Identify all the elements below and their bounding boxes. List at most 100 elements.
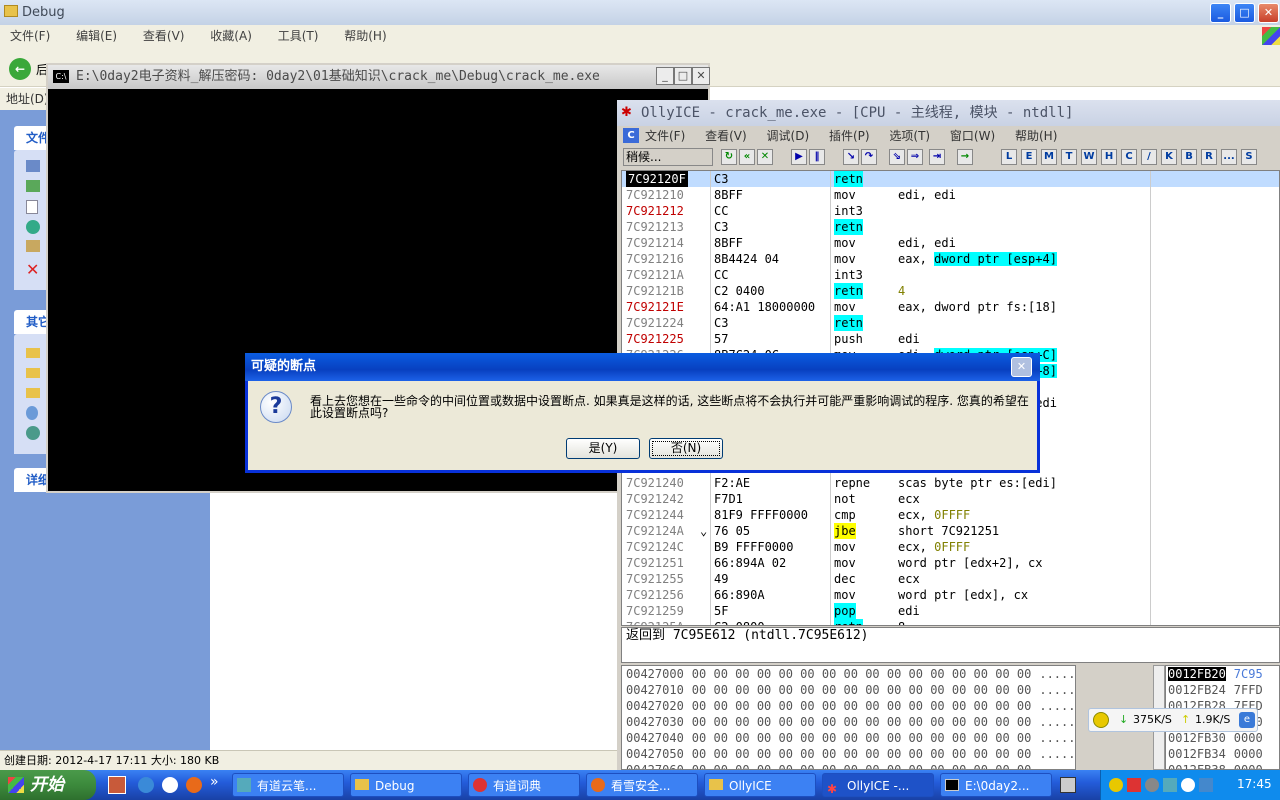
disasm-row[interactable]: 7C92125A C2 0800 retn 8 (622, 619, 1279, 625)
quicklaunch-icon[interactable] (162, 777, 178, 793)
memory-window-button[interactable]: M (1041, 149, 1057, 165)
olly-menu-file[interactable]: 文件(F) (645, 129, 685, 143)
console-maximize-button[interactable]: □ (674, 67, 692, 85)
quicklaunch-more-icon[interactable]: » (210, 774, 219, 790)
call-stack-button[interactable]: K (1161, 149, 1177, 165)
tray-security-icon[interactable] (1145, 778, 1159, 792)
keyboard-icon[interactable] (1060, 777, 1076, 793)
source-window-button[interactable]: S (1241, 149, 1257, 165)
disasm-row[interactable]: 7C921251 66:894A 02 mov word ptr [edx+2], c… (622, 555, 1279, 571)
threads-window-button[interactable]: T (1061, 149, 1077, 165)
olly-menu-help[interactable]: 帮助(H) (1015, 129, 1057, 143)
modules-window-button[interactable]: E (1021, 149, 1037, 165)
dump-row[interactable]: 00427040 00 00 00 00 00 00 00 00 00 00 00… (626, 730, 1075, 746)
run-icon[interactable]: ▶ (791, 149, 807, 165)
step-into-icon[interactable]: ↘ (843, 149, 859, 165)
stack-row[interactable]: 0012FB24 7FFD (1168, 682, 1263, 698)
execute-till-return-icon[interactable]: ⇥ (929, 149, 945, 165)
minimize-button[interactable]: _ (1210, 3, 1231, 23)
menu-edit[interactable]: 编辑(E) (76, 29, 117, 43)
dump-row[interactable]: 00427010 00 00 00 00 00 00 00 00 00 00 00… (626, 682, 1075, 698)
disasm-row[interactable]: 7C92120F C3 retn (622, 171, 1279, 187)
tray-ie-icon[interactable] (1199, 778, 1213, 792)
dump-row[interactable]: 00427050 00 00 00 00 00 00 00 00 00 00 00… (626, 746, 1075, 762)
task-console[interactable]: E:\0day2... (940, 773, 1052, 797)
disasm-row[interactable]: 7C921242 F7D1 not ecx (622, 491, 1279, 507)
start-button[interactable]: 开始 (0, 770, 96, 800)
close-program-icon[interactable]: ✕ (757, 149, 773, 165)
stack-row[interactable]: 0012FB34 0000 (1168, 746, 1263, 762)
no-button[interactable]: 否(N) (649, 438, 723, 459)
disasm-row[interactable]: 7C921224 C3 retn (622, 315, 1279, 331)
olly-menu-window[interactable]: 窗口(W) (950, 129, 995, 143)
windows-window-button[interactable]: W (1081, 149, 1097, 165)
disasm-row[interactable]: 7C921256 66:890A mov word ptr [edx], cx (622, 587, 1279, 603)
yes-button[interactable]: 是(Y) (566, 438, 640, 459)
disasm-row[interactable]: 7C92121B C2 0400 retn 4 (622, 283, 1279, 299)
network-speed-widget[interactable]: ↓ 375K/S ↑ 1.9K/S e (1088, 708, 1258, 732)
disasm-row[interactable]: 7C92121E 64:A1 18000000 mov eax, dword ptr … (622, 299, 1279, 315)
folder-icon[interactable] (26, 348, 40, 358)
documents-icon[interactable] (26, 368, 40, 378)
olly-menu-view[interactable]: 查看(V) (705, 129, 747, 143)
dump-row[interactable]: 00427030 00 00 00 00 00 00 00 00 00 00 00… (626, 714, 1075, 730)
disasm-row[interactable]: 7C921259 5F pop edi (622, 603, 1279, 619)
run-trace-button[interactable]: ... (1221, 149, 1237, 165)
open-icon[interactable]: ↻ (721, 149, 737, 165)
handles-window-button[interactable]: H (1101, 149, 1117, 165)
disasm-row[interactable]: 7C921255 49 dec ecx (622, 571, 1279, 587)
menu-view[interactable]: 查看(V) (143, 29, 185, 43)
clock[interactable]: 17:45 (1237, 777, 1272, 791)
dump-row[interactable]: 00427000 00 00 00 00 00 00 00 00 00 00 00… (626, 666, 1075, 682)
computer-icon[interactable] (26, 406, 38, 420)
publish-icon[interactable] (26, 220, 40, 234)
disasm-row[interactable]: 7C921212 CC int3 (622, 203, 1279, 219)
delete-icon[interactable]: ✕ (26, 260, 39, 279)
menu-help[interactable]: 帮助(H) (344, 29, 386, 43)
console-minimize-button[interactable]: _ (656, 67, 674, 85)
tray-volume-icon[interactable] (1181, 778, 1195, 792)
shared-folder-icon[interactable] (26, 388, 40, 398)
disasm-row[interactable]: 7C921244 81F9 FFFF0000 cmp ecx, 0FFFF (622, 507, 1279, 523)
disasm-row[interactable]: 7C92124A ⌄ 76 05 jbe short 7C921251 (622, 523, 1279, 539)
cpu-window-icon[interactable]: C (623, 128, 639, 143)
tray-network-icon[interactable] (1163, 778, 1177, 792)
disasm-row[interactable]: 7C921213 C3 retn (622, 219, 1279, 235)
copy-icon[interactable] (26, 200, 38, 214)
disasm-row[interactable]: 7C921214 8BFF mov edi, edi (622, 235, 1279, 251)
menu-favorites[interactable]: 收藏(A) (210, 29, 252, 43)
task-ollyice-folder[interactable]: OllyICE (704, 773, 816, 797)
patches-window-button[interactable]: / (1141, 149, 1157, 165)
disasm-row[interactable]: 7C92121A CC int3 (622, 267, 1279, 283)
restart-icon[interactable]: « (739, 149, 755, 165)
move-icon[interactable] (26, 180, 40, 192)
disasm-row[interactable]: 7C921240 F2:AE repne scas byte ptr es:[edi] (622, 475, 1279, 491)
dialog-close-button[interactable]: ✕ (1011, 357, 1032, 377)
disasm-row[interactable]: 7C921216 8B4424 04 mov eax, dword ptr [esp+… (622, 251, 1279, 267)
task-youdao-note[interactable]: 有道云笔... (232, 773, 344, 797)
disasm-row[interactable]: 7C92124C B9 FFFF0000 mov ecx, 0FFFF (622, 539, 1279, 555)
disasm-row[interactable]: 7C921210 8BFF mov edi, edi (622, 187, 1279, 203)
olly-menu-options[interactable]: 选项(T) (889, 129, 930, 143)
task-kanxue[interactable]: 看雪安全... (586, 773, 698, 797)
goto-icon[interactable]: → (957, 149, 973, 165)
tray-dict-icon[interactable] (1127, 778, 1141, 792)
breakpoints-window-button[interactable]: B (1181, 149, 1197, 165)
trace-into-icon[interactable]: ⇘ (889, 149, 905, 165)
network-icon[interactable] (26, 426, 40, 440)
task-debug-folder[interactable]: Debug (350, 773, 462, 797)
console-close-button[interactable]: ✕ (692, 67, 710, 85)
menu-tools[interactable]: 工具(T) (278, 29, 319, 43)
step-over-icon[interactable]: ↷ (861, 149, 877, 165)
dump-row[interactable]: 00427060 00 00 00 00 00 00 00 00 00 00 00… (626, 762, 1075, 769)
close-button[interactable]: ✕ (1258, 3, 1279, 23)
stack-row[interactable]: 0012FB38 0000 (1168, 762, 1263, 769)
references-window-button[interactable]: R (1201, 149, 1217, 165)
ie-quicklaunch-icon[interactable] (138, 777, 154, 793)
menu-file[interactable]: 文件(F) (10, 29, 50, 43)
rename-icon[interactable] (26, 160, 40, 172)
memory-dump-pane[interactable]: 00427000 00 00 00 00 00 00 00 00 00 00 00… (621, 665, 1076, 770)
stack-row[interactable]: 0012FB20 7C95 (1168, 666, 1263, 682)
disasm-row[interactable]: 7C921225 57 push edi (622, 331, 1279, 347)
olly-menu-debug[interactable]: 调试(D) (767, 129, 810, 143)
